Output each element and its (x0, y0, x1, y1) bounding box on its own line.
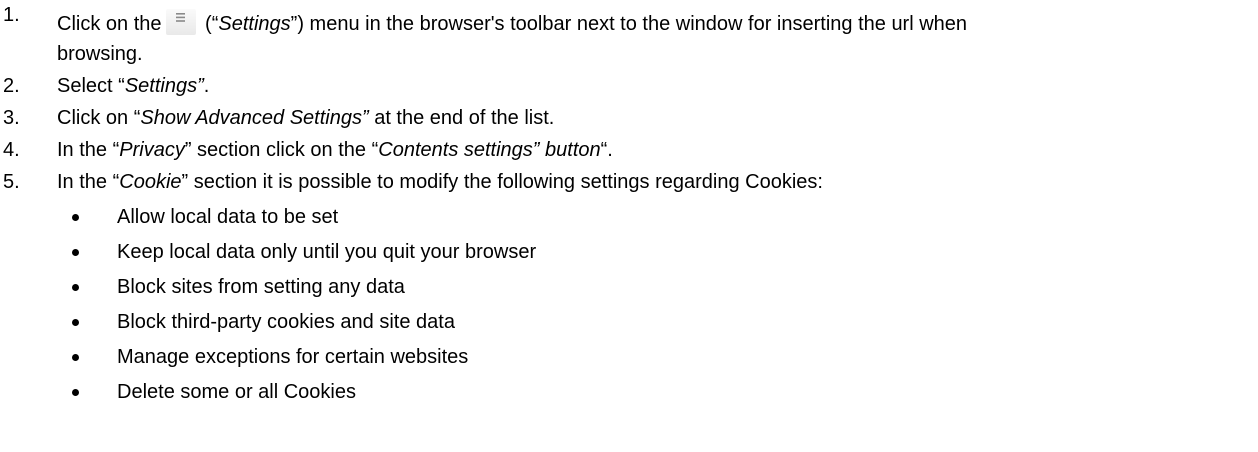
list-item-text: Keep local data only until you quit your… (117, 241, 537, 263)
list-item-text: Delete some or all Cookies (117, 381, 356, 403)
step-text: Click on the (57, 13, 162, 35)
list-item: Manage exceptions for certain websites (0, 342, 1258, 372)
step-text: Select “ (57, 75, 125, 97)
step-text: ” section it is possible to modify the f… (181, 171, 823, 193)
step-4: 4. In the “Privacy” section click on the… (0, 135, 1258, 165)
list-item: Delete some or all Cookies (0, 377, 1258, 407)
hamburger-menu-icon (165, 9, 196, 35)
list-item: Block third-party cookies and site data (0, 307, 1258, 337)
list-item-text: Block third-party cookies and site data (117, 311, 455, 333)
step-text: In the “ (57, 139, 120, 161)
step-emphasis: Privacy (119, 139, 185, 161)
step-2: 2. Select “Settings”. (0, 71, 1258, 101)
bullet-icon (72, 319, 79, 326)
list-item: Keep local data only until you quit your… (0, 237, 1258, 267)
step-text: ”) menu in the browser's toolbar next to… (290, 13, 968, 35)
step-3: 3. Click on “Show Advanced Settings” at … (0, 103, 1258, 133)
step-text-continued: browsing. (57, 43, 143, 65)
step-5: 5. In the “Cookie” section it is possibl… (0, 167, 1258, 197)
list-item: Allow local data to be set (0, 202, 1258, 232)
step-emphasis: Show Advanced Settings” (140, 107, 369, 129)
bullet-icon (72, 249, 79, 256)
bullet-icon (72, 354, 79, 361)
step-emphasis: Contents settings” button (378, 139, 601, 161)
bullet-icon (72, 214, 79, 221)
cookie-options-list: Allow local data to be set Keep local da… (0, 202, 1258, 407)
bullet-icon (72, 284, 79, 291)
step-text: Click on “ (57, 107, 141, 129)
step-text: In the “ (57, 171, 120, 193)
step-number: 2. (3, 75, 20, 97)
list-item-text: Allow local data to be set (117, 206, 339, 228)
step-emphasis: Settings (218, 13, 291, 35)
instructions-document: 1. Click on the (“Settings”) menu in the… (0, 0, 1258, 407)
step-number: 1. (3, 4, 20, 26)
step-1: 1. Click on the (“Settings”) menu in the… (0, 0, 1258, 69)
step-text: . (203, 75, 210, 97)
step-number: 5. (3, 171, 20, 193)
step-text: (“ (199, 13, 219, 35)
step-number: 3. (3, 107, 20, 129)
step-text: “. (600, 139, 613, 161)
step-text: ” section click on the “ (184, 139, 379, 161)
step-emphasis: Cookie (119, 171, 182, 193)
step-emphasis: Settings” (124, 75, 204, 97)
list-item-text: Manage exceptions for certain websites (117, 346, 469, 368)
step-text: at the end of the list. (368, 107, 555, 129)
step-number: 4. (3, 139, 20, 161)
list-item: Block sites from setting any data (0, 272, 1258, 302)
list-item-text: Block sites from setting any data (117, 276, 405, 298)
bullet-icon (72, 389, 79, 396)
